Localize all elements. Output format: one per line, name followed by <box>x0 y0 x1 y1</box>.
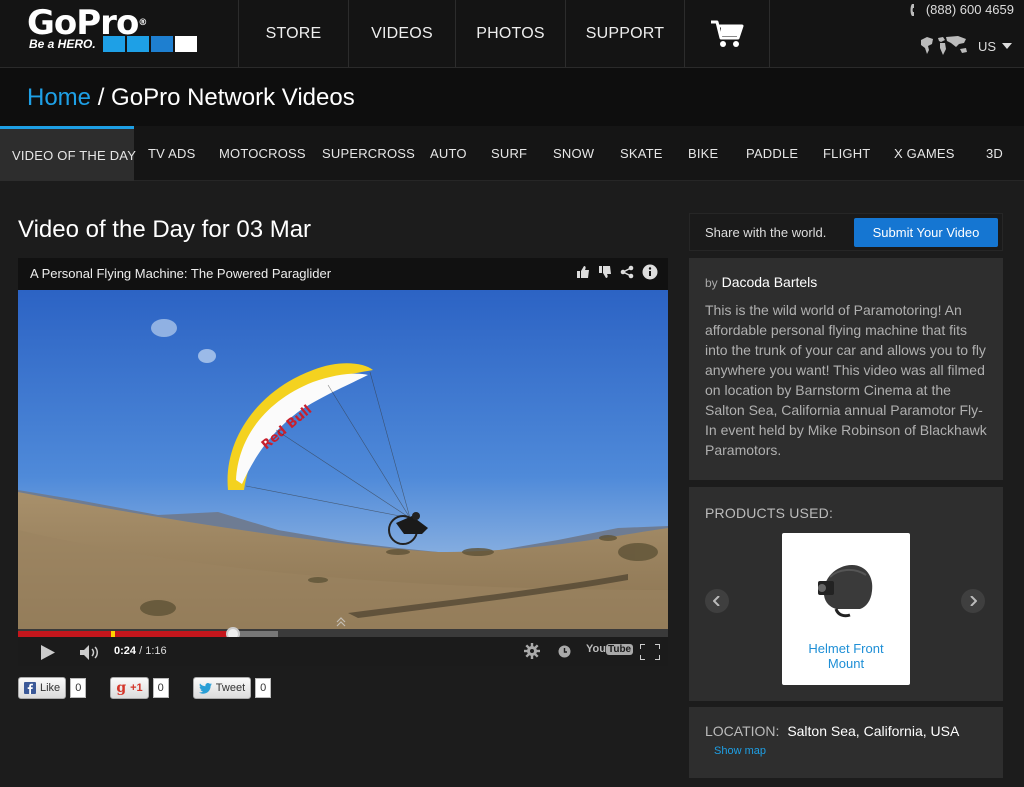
products-label: PRODUCTS USED: <box>705 505 834 521</box>
chevron-left-icon <box>713 596 720 606</box>
logo-tagline: Be a HERO. <box>29 37 96 51</box>
thumbs-down-icon[interactable] <box>598 265 612 279</box>
tweet-button[interactable]: Tweet <box>192 677 252 699</box>
like-label: Like <box>40 682 61 694</box>
facebook-icon <box>24 682 36 694</box>
nav-videos[interactable]: VIDEOS <box>348 0 455 67</box>
product-name-line2: Mount <box>827 656 865 671</box>
tab-bike[interactable]: BIKE <box>688 126 718 181</box>
player-title-bar: A Personal Flying Machine: The Powered P… <box>18 258 668 290</box>
breadcrumb-separator: / <box>97 84 105 111</box>
product-card[interactable]: Helmet Front Mount <box>782 533 910 685</box>
player-controls: 0:24 / 1:16 You Tube <box>18 637 668 666</box>
video-frame[interactable]: Red Bull <box>18 290 668 629</box>
google-plus-one-button[interactable]: g +1 <box>110 677 149 699</box>
volume-icon[interactable] <box>80 645 102 660</box>
video-progress-bar[interactable] <box>18 627 668 641</box>
gopro-logo[interactable]: GoPro® Be a HERO. <box>27 6 207 56</box>
gplus-count: 0 <box>152 678 169 698</box>
location-value: Salton Sea, California, USA <box>787 723 960 739</box>
watch-later-clock-icon[interactable] <box>558 645 571 658</box>
author-line: by Dacoda Bartels <box>705 274 987 290</box>
share-box: Share with the world. Submit Your Video <box>689 213 1003 251</box>
submit-video-button[interactable]: Submit Your Video <box>854 218 998 247</box>
shopping-cart-icon <box>711 20 744 47</box>
tab-motocross[interactable]: MOTOCROSS <box>219 126 306 181</box>
time-separator: / <box>139 645 143 657</box>
author-by: by <box>705 276 718 290</box>
tab-3d[interactable]: 3D <box>986 126 1003 181</box>
tab-surf[interactable]: SURF <box>491 126 527 181</box>
world-map-icon <box>920 36 967 55</box>
category-tabs: VIDEO OF THE DAY TV ADS MOTOCROSS SUPERC… <box>0 126 1024 181</box>
settings-gear-icon[interactable] <box>524 643 540 659</box>
author-name[interactable]: Dacoda Bartels <box>722 274 818 290</box>
social-share-bar: Like 0 g +1 0 Tweet 0 <box>18 677 272 699</box>
playback-time: 0:24 / 1:16 <box>114 645 167 657</box>
tab-flight[interactable]: FLIGHT <box>823 126 870 181</box>
nav-photos[interactable]: PHOTOS <box>455 0 565 67</box>
video-description: This is the wild world of Paramotoring! … <box>705 302 987 458</box>
facebook-like-button[interactable]: Like <box>18 677 67 699</box>
locale-text: US <box>977 38 996 54</box>
tab-tv-ads[interactable]: TV ADS <box>148 126 195 181</box>
thumbs-up-icon[interactable] <box>576 265 590 279</box>
location-panel: LOCATION: Salton Sea, California, USA Sh… <box>689 707 1003 778</box>
tab-snow[interactable]: SNOW <box>553 126 594 181</box>
share-text: Share with the world. <box>705 225 827 240</box>
carousel-prev-button[interactable] <box>705 589 729 613</box>
fullscreen-icon[interactable] <box>640 644 660 660</box>
location-label: LOCATION: <box>705 723 780 739</box>
site-header: GoPro® Be a HERO. STORE VIDEOS PHOTOS SU… <box>0 0 1024 68</box>
chevron-right-icon <box>970 596 977 606</box>
phone-text: (888) 600 4659 <box>925 2 1014 17</box>
duration: 1:16 <box>145 645 167 657</box>
tab-supercross[interactable]: SUPERCROSS <box>322 126 415 181</box>
video-still-image: Red Bull <box>18 290 668 629</box>
locale-selector[interactable]: US <box>918 34 1012 58</box>
main-nav: STORE VIDEOS PHOTOS SUPPORT <box>238 0 770 67</box>
cart-button[interactable] <box>684 0 770 67</box>
share-icon[interactable] <box>620 265 634 279</box>
google-g-icon: g <box>116 680 127 696</box>
video-description-panel: by Dacoda Bartels This is the wild world… <box>689 258 1003 480</box>
nav-support[interactable]: SUPPORT <box>565 0 684 67</box>
show-map-link[interactable]: Show map <box>714 745 987 757</box>
carousel-next-button[interactable] <box>961 589 985 613</box>
breadcrumb-current: GoPro Network Videos <box>111 84 355 111</box>
tab-paddle[interactable]: PADDLE <box>746 126 798 181</box>
nav-store[interactable]: STORE <box>238 0 348 67</box>
current-time: 0:24 <box>114 645 137 657</box>
location-line: LOCATION: Salton Sea, California, USA <box>705 723 987 739</box>
play-icon[interactable] <box>40 645 56 660</box>
tab-auto[interactable]: AUTO <box>430 126 467 181</box>
tab-x-games[interactable]: X GAMES <box>894 126 955 181</box>
breadcrumb-home-link[interactable]: Home <box>27 84 91 111</box>
product-name-line1: Helmet Front <box>808 641 884 656</box>
logo-color-boxes <box>103 36 197 52</box>
tweet-count: 0 <box>255 678 272 698</box>
page-title: Video of the Day for 03 Mar <box>18 216 312 243</box>
video-title[interactable]: A Personal Flying Machine: The Powered P… <box>30 266 331 281</box>
breadcrumb: Home / GoPro Network Videos <box>0 68 1024 126</box>
like-count: 0 <box>70 678 87 698</box>
phone-number[interactable]: (888) 600 4659 <box>910 2 1014 17</box>
product-name-link[interactable]: Helmet Front Mount <box>782 641 910 671</box>
chevron-down-icon <box>1002 43 1012 49</box>
tweet-label: Tweet <box>215 682 246 694</box>
video-player[interactable]: A Personal Flying Machine: The Powered P… <box>18 258 668 666</box>
twitter-bird-icon <box>198 682 212 694</box>
info-icon[interactable] <box>642 264 658 280</box>
tab-skate[interactable]: SKATE <box>620 126 663 181</box>
helmet-mount-product-image <box>818 565 873 618</box>
products-used-panel: PRODUCTS USED: Helmet Front Mount <box>689 487 1003 701</box>
youtube-logo[interactable]: You Tube <box>586 643 634 655</box>
tab-video-of-the-day[interactable]: VIDEO OF THE DAY <box>0 126 136 181</box>
gplus-label: +1 <box>130 682 143 694</box>
phone-icon <box>910 3 914 16</box>
